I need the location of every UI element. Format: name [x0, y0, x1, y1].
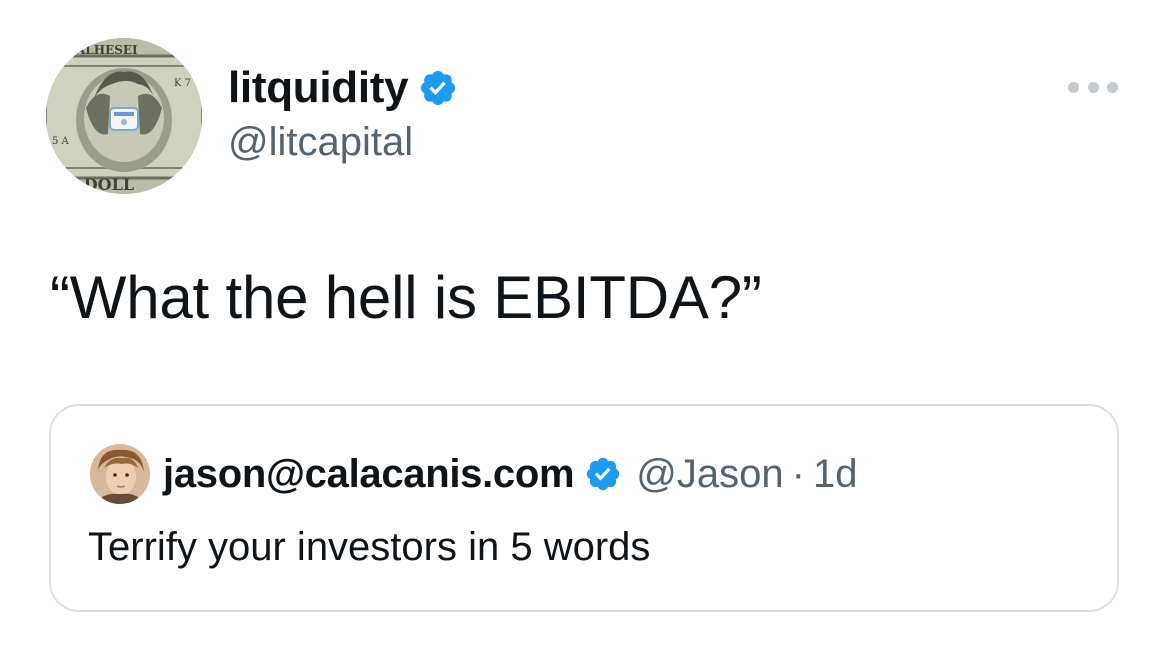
svg-text:E DOLL: E DOLL [66, 175, 134, 194]
author-name-row[interactable]: litquidity [228, 62, 458, 114]
more-horizontal-icon [1107, 81, 1118, 93]
author-avatar[interactable]: E DOLL ALHESEI 5 A K 7 [46, 38, 202, 194]
author-handle[interactable]: @litcapital [228, 118, 413, 166]
verified-badge-icon [584, 455, 622, 493]
separator-dot: · [791, 451, 805, 496]
more-options-button[interactable] [1068, 74, 1118, 100]
svg-text:K 7: K 7 [174, 78, 191, 89]
quoted-tweet-timestamp[interactable]: 1d [813, 452, 858, 497]
quoted-tweet-header: jason@calacanis.com @Jason · 1d [163, 449, 857, 499]
quoted-tweet-text: Terrify your investors in 5 words [88, 525, 651, 569]
verified-badge-icon [418, 68, 458, 108]
svg-text:ALHESEI: ALHESEI [75, 43, 138, 57]
quoted-author-display-name[interactable]: jason@calacanis.com [163, 452, 575, 497]
author-display-name[interactable]: litquidity [228, 62, 409, 114]
svg-text:5 A: 5 A [52, 136, 70, 147]
more-horizontal-icon [1087, 81, 1099, 93]
tweet: E DOLL ALHESEI 5 A K 7 litquidity @litca… [0, 0, 1170, 653]
user-photo-avatar-icon [90, 444, 150, 504]
tweet-text: “What the hell is EBITDA?” [50, 264, 762, 331]
quoted-author-handle[interactable]: @Jason [636, 452, 783, 497]
dollar-bill-avatar-icon: E DOLL ALHESEI 5 A K 7 [46, 38, 202, 194]
quoted-author-avatar[interactable] [90, 444, 150, 504]
quoted-tweet-card[interactable]: jason@calacanis.com @Jason · 1d Terrify … [49, 404, 1119, 612]
more-horizontal-icon [1068, 81, 1079, 93]
